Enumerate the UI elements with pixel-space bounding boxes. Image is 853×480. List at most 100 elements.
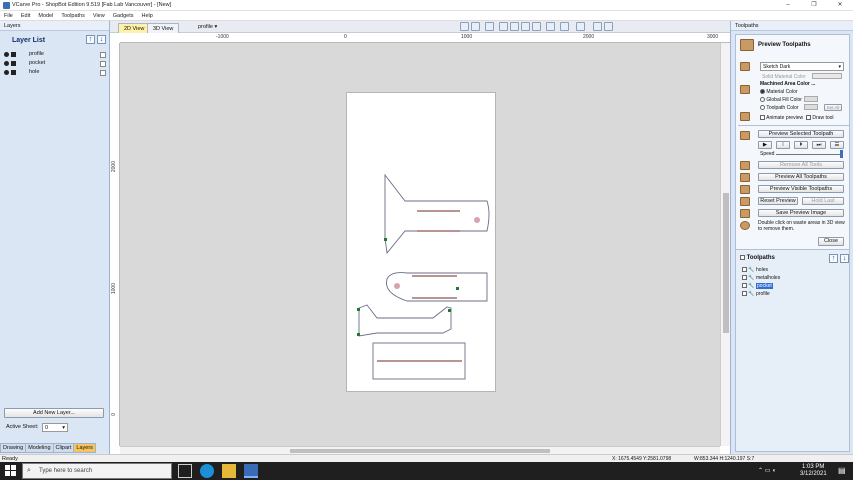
close-button[interactable]: Close xyxy=(818,237,844,246)
layer-checkbox[interactable] xyxy=(100,52,106,58)
radio[interactable] xyxy=(760,105,765,111)
menu-model[interactable]: Model xyxy=(34,11,57,21)
reset-preview-button[interactable]: Reset Preview xyxy=(758,197,798,205)
global-fill-option[interactable]: Global Fill Color xyxy=(760,97,802,103)
taskbar-search[interactable]: ⌕ Type here to search xyxy=(22,463,172,479)
checkbox[interactable] xyxy=(742,291,747,297)
visibility-icon[interactable] xyxy=(4,70,9,75)
profile-selector[interactable]: profile ▾ xyxy=(198,24,217,30)
toolpath-row[interactable]: 🔧 pocket xyxy=(742,283,773,289)
move-toolpath-down-icon[interactable]: ↓ xyxy=(840,254,849,263)
animate-preview-option[interactable]: Animate preview xyxy=(760,115,803,121)
toolpath-color-swatch[interactable] xyxy=(804,104,818,110)
layer-color-swatch[interactable] xyxy=(11,61,16,66)
checkbox[interactable] xyxy=(760,115,765,121)
view-tool-icon[interactable] xyxy=(485,22,494,31)
view-tool-icon[interactable] xyxy=(560,22,569,31)
view-tool-icon[interactable] xyxy=(576,22,585,31)
menu-view[interactable]: View xyxy=(89,11,109,21)
step-forward-icon[interactable]: ⏵ xyxy=(794,141,808,149)
toolpath-row[interactable]: 🔧 metalholes xyxy=(742,275,780,281)
settings-icon[interactable]: ☰ xyxy=(830,141,844,149)
tray-icons[interactable]: ⌃ ▭ ◖ xyxy=(758,467,776,474)
skip-end-icon[interactable]: ⏭ xyxy=(812,141,826,149)
tab-layers[interactable]: Layers xyxy=(73,443,96,453)
play-icon[interactable]: ▶ xyxy=(758,141,772,149)
layer-row[interactable]: pocket xyxy=(4,60,108,68)
vcarve-taskbar-icon[interactable] xyxy=(244,464,258,478)
active-sheet-select[interactable]: 0 ▾ xyxy=(42,423,68,432)
speed-slider[interactable] xyxy=(776,154,842,155)
tab-modeling[interactable]: Modeling xyxy=(25,443,54,453)
windows-start-icon[interactable] xyxy=(5,465,16,476)
preview-visible-button[interactable]: Preview Visible Toolpaths xyxy=(758,185,844,193)
menu-file[interactable]: File xyxy=(0,11,17,21)
visibility-icon[interactable] xyxy=(4,61,9,66)
file-explorer-icon[interactable] xyxy=(222,464,236,478)
layer-color-swatch[interactable] xyxy=(11,52,16,57)
view-tool-icon[interactable] xyxy=(510,22,519,31)
move-layer-down-icon[interactable]: ↓ xyxy=(97,35,106,44)
view-tool-icon[interactable] xyxy=(460,22,469,31)
layer-row[interactable]: profile xyxy=(4,51,108,59)
radio[interactable] xyxy=(760,97,765,103)
view-tool-icon[interactable] xyxy=(604,22,613,31)
scroll-thumb[interactable] xyxy=(723,193,729,333)
checkbox[interactable] xyxy=(806,115,811,121)
minimize-button[interactable]: – xyxy=(775,0,801,11)
notifications-icon[interactable]: ▤ xyxy=(838,466,846,475)
toolpath-row[interactable]: 🔧 profile xyxy=(742,291,770,297)
preview-all-button[interactable]: Preview All Toolpaths xyxy=(758,173,844,181)
set-all-button[interactable]: Set All xyxy=(824,104,842,111)
move-layer-up-icon[interactable]: ↑ xyxy=(86,35,95,44)
pause-icon[interactable]: ‖ xyxy=(776,141,790,149)
menu-toolpaths[interactable]: Toolpaths xyxy=(57,11,89,21)
view-tool-icon[interactable] xyxy=(521,22,530,31)
remove-all-tools-button[interactable]: Remove All Tools xyxy=(758,161,844,169)
close-window-button[interactable]: ✕ xyxy=(827,0,853,11)
move-toolpath-up-icon[interactable]: ↑ xyxy=(829,254,838,263)
horizontal-scrollbar[interactable] xyxy=(120,446,720,454)
material-select[interactable]: Sketch Dark ▾ xyxy=(760,62,844,71)
checkbox[interactable] xyxy=(742,267,747,273)
checkbox[interactable] xyxy=(742,283,747,289)
menu-help[interactable]: Help xyxy=(138,11,157,21)
layer-row[interactable]: hole xyxy=(4,69,108,77)
view-tool-icon[interactable] xyxy=(593,22,602,31)
edge-browser-icon[interactable] xyxy=(200,464,214,478)
draw-tool-option[interactable]: Draw tool xyxy=(806,115,834,121)
view-tool-icon[interactable] xyxy=(471,22,480,31)
add-new-layer-button[interactable]: Add New Layer... xyxy=(4,408,104,418)
radio-selected[interactable] xyxy=(760,89,765,95)
scroll-thumb[interactable] xyxy=(290,449,550,453)
toolpath-row[interactable]: 🔧 holes xyxy=(742,267,768,273)
speed-slider-handle[interactable] xyxy=(840,150,843,158)
tab-3d-view[interactable]: 3D View xyxy=(147,23,180,33)
maximize-button[interactable]: ❐ xyxy=(801,0,827,11)
save-preview-image-button[interactable]: Save Preview Image xyxy=(758,209,844,217)
layer-checkbox[interactable] xyxy=(100,70,106,76)
hold-last-button[interactable]: Hold Last xyxy=(802,197,844,205)
preview-selected-button[interactable]: Preview Selected Toolpath xyxy=(758,130,844,138)
view-tool-icon[interactable] xyxy=(532,22,541,31)
material-color-option[interactable]: Material Color xyxy=(760,89,798,95)
vertical-scrollbar[interactable] xyxy=(720,43,730,446)
visibility-icon[interactable] xyxy=(4,52,9,57)
solid-color-picker[interactable] xyxy=(812,73,842,79)
view-tool-icon[interactable] xyxy=(546,22,555,31)
tab-2d-view[interactable]: 2D View xyxy=(118,23,151,33)
view-tool-icon[interactable] xyxy=(499,22,508,31)
layer-checkbox[interactable] xyxy=(100,61,106,67)
layer-color-swatch[interactable] xyxy=(11,70,16,75)
tab-drawing[interactable]: Drawing xyxy=(0,443,27,453)
tab-clipart[interactable]: Clipart xyxy=(52,443,75,453)
toolpath-color-option[interactable]: Toolpath Color xyxy=(760,105,799,111)
task-view-icon[interactable] xyxy=(178,464,192,478)
divider xyxy=(738,125,849,126)
menu-gadgets[interactable]: Gadgets xyxy=(109,11,138,21)
menu-edit[interactable]: Edit xyxy=(17,11,34,21)
global-fill-swatch[interactable] xyxy=(804,96,818,102)
checkbox[interactable] xyxy=(740,255,745,260)
checkbox[interactable] xyxy=(742,275,747,281)
material-sheet[interactable] xyxy=(346,92,496,392)
